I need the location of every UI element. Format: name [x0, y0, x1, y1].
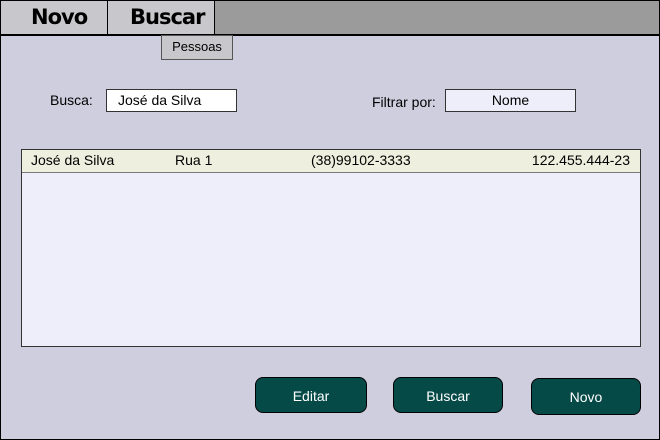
- table-row[interactable]: José da Silva Rua 1 (38)99102-3333 122.4…: [22, 150, 640, 173]
- tab-bar: Novo Buscar: [1, 1, 659, 36]
- cell-rua: Rua 1: [175, 152, 213, 168]
- cell-telefone: (38)99102-3333: [311, 152, 411, 168]
- search-button[interactable]: Buscar: [393, 377, 503, 413]
- tab-novo-label: Novo: [31, 5, 88, 29]
- search-label: Busca:: [50, 92, 93, 108]
- edit-button[interactable]: Editar: [255, 377, 367, 413]
- subtab-pessoas[interactable]: Pessoas: [161, 35, 233, 60]
- search-input[interactable]: José da Silva: [106, 89, 237, 112]
- cell-nome: José da Silva: [31, 152, 115, 168]
- filter-select[interactable]: Nome: [445, 89, 576, 112]
- tab-buscar[interactable]: Buscar: [108, 1, 215, 34]
- filter-label: Filtrar por:: [372, 94, 436, 110]
- app-window: Novo Buscar Pessoas Busca: José da Silva…: [0, 0, 660, 440]
- new-button[interactable]: Novo: [531, 378, 641, 415]
- cell-cpf: 122.455.444-23: [531, 152, 630, 168]
- tab-novo[interactable]: Novo: [1, 1, 108, 34]
- results-list[interactable]: José da Silva Rua 1 (38)99102-3333 122.4…: [21, 149, 641, 347]
- tab-buscar-label: Buscar: [130, 5, 205, 29]
